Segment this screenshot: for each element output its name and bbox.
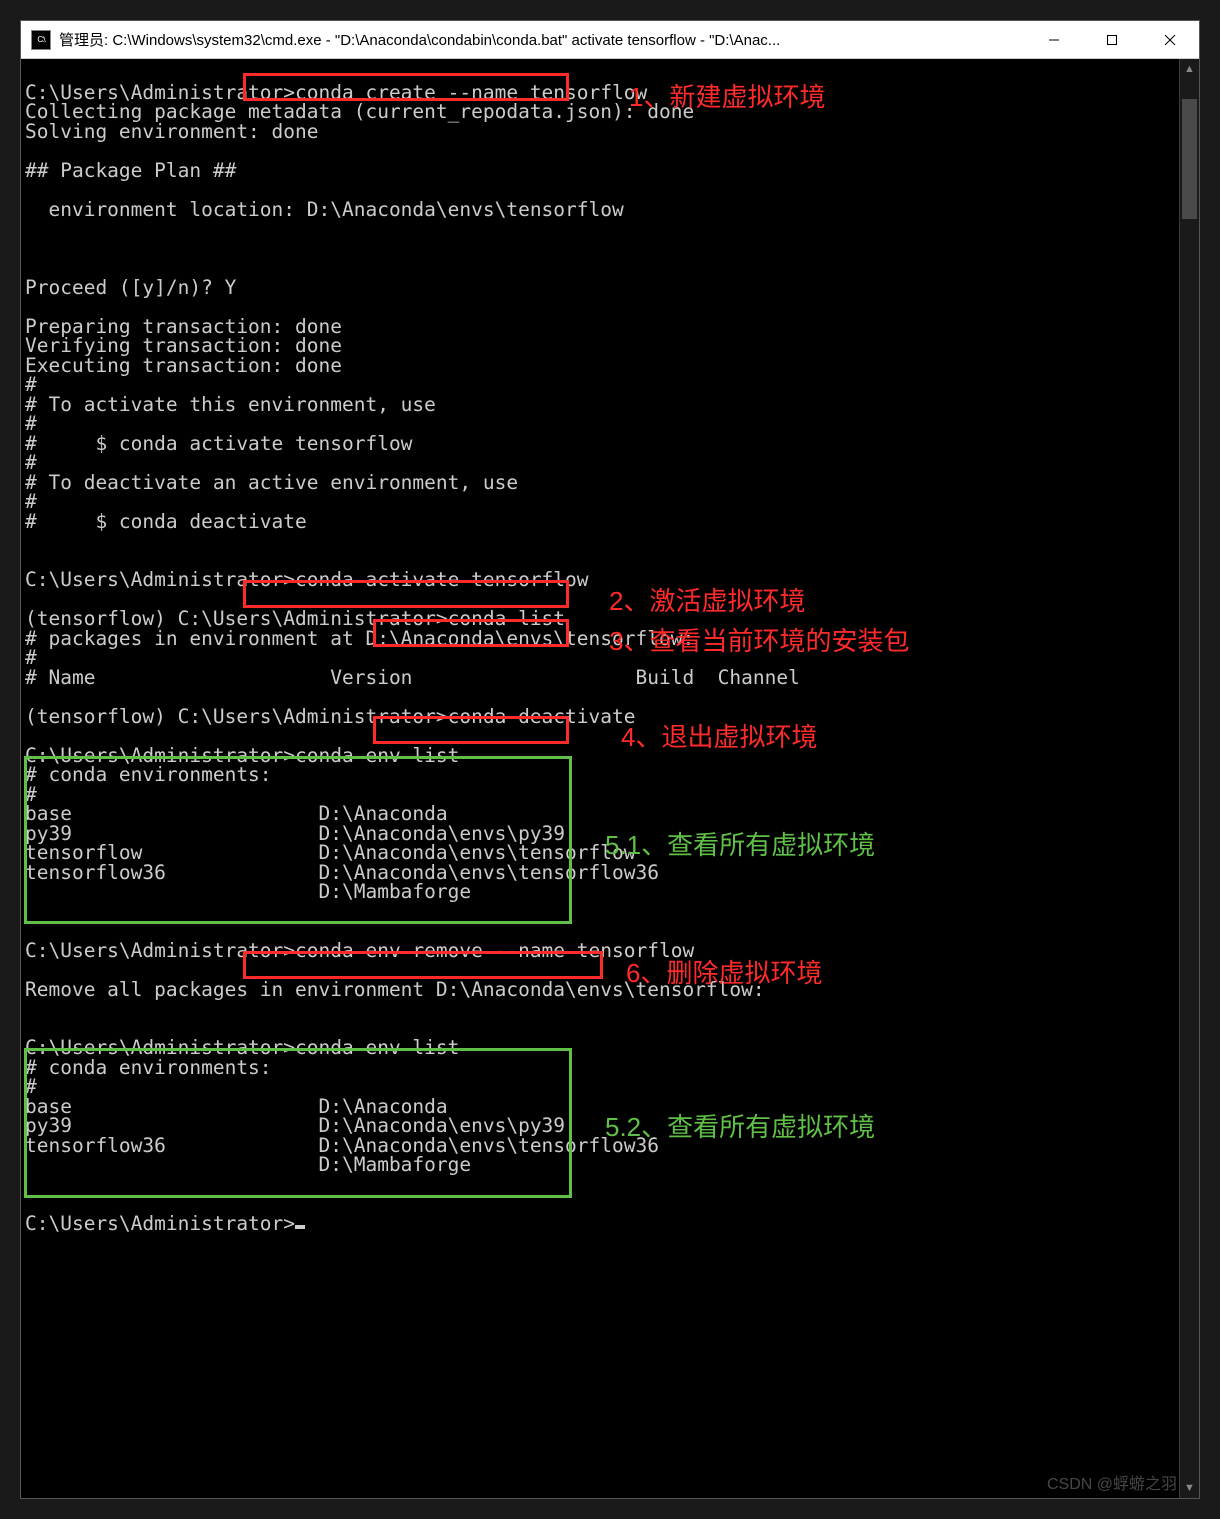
close-button[interactable]: [1141, 21, 1199, 58]
cmd-icon: C:\: [31, 30, 51, 50]
minimize-button[interactable]: [1025, 21, 1083, 58]
window-title: 管理员: C:\Windows\system32\cmd.exe - "D:\A…: [59, 29, 1025, 50]
scroll-down-icon[interactable]: ▼: [1180, 1478, 1199, 1498]
scroll-up-icon[interactable]: ▲: [1180, 59, 1199, 79]
maximize-button[interactable]: [1083, 21, 1141, 58]
titlebar[interactable]: C:\ 管理员: C:\Windows\system32\cmd.exe - "…: [21, 21, 1199, 59]
terminal-output[interactable]: C:\Users\Administrator>conda create --na…: [21, 59, 1199, 1498]
cmd-window: C:\ 管理员: C:\Windows\system32\cmd.exe - "…: [20, 20, 1200, 1499]
watermark: CSDN @蜉蝣之羽: [1047, 1470, 1177, 1494]
vertical-scrollbar[interactable]: ▲ ▼: [1179, 59, 1199, 1498]
scrollbar-thumb[interactable]: [1182, 99, 1197, 219]
terminal-cursor: [295, 1225, 305, 1229]
